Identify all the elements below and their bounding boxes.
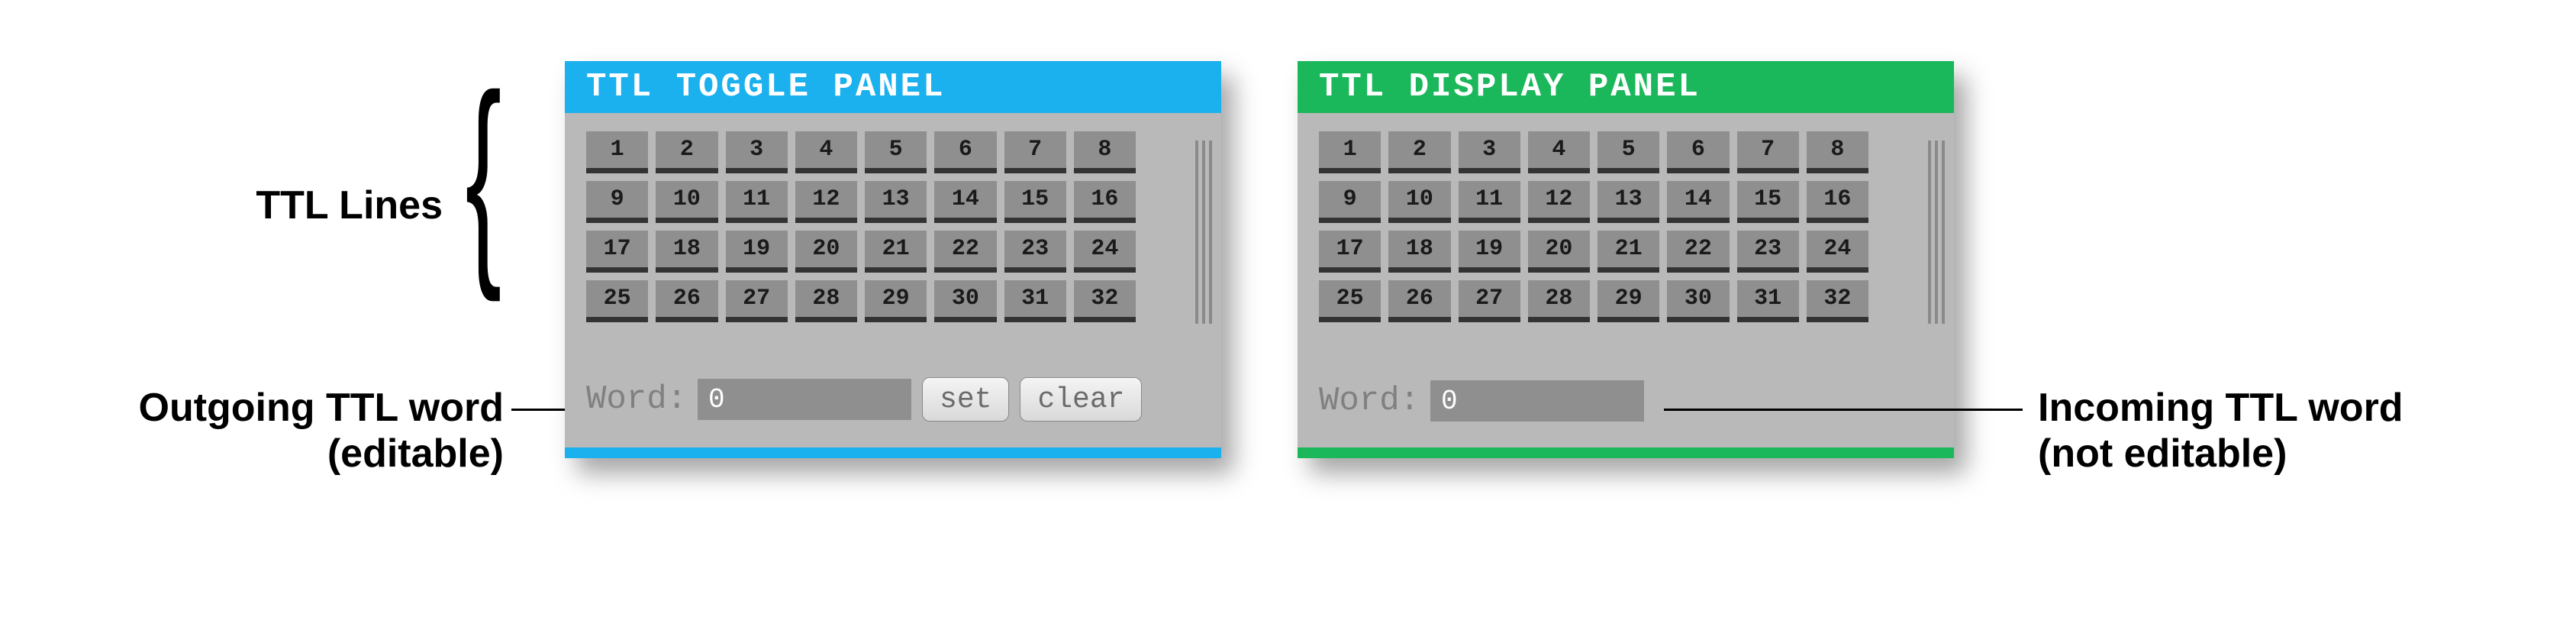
ttl-bit-1: 1	[1319, 131, 1381, 173]
ttl-bit-27: 27	[1459, 280, 1520, 322]
toggle-word-label: Word:	[586, 380, 687, 418]
incoming-word-text: 0	[1441, 386, 1458, 417]
ttl-bit-15[interactable]: 15	[1004, 181, 1066, 223]
callout-incoming: Incoming TTL word (not editable)	[2038, 386, 2465, 477]
connector-line	[1664, 409, 2023, 411]
ttl-bit-8[interactable]: 8	[1074, 131, 1136, 173]
callout-incoming-line2: (not editable)	[2038, 431, 2465, 477]
ttl-bit-30: 30	[1667, 280, 1729, 322]
ttl-bit-6: 6	[1667, 131, 1729, 173]
ttl-bit-13[interactable]: 13	[865, 181, 927, 223]
ttl-bit-31: 31	[1737, 280, 1799, 322]
callout-outgoing-line2: (editable)	[46, 431, 504, 477]
ttl-bit-13: 13	[1598, 181, 1659, 223]
ttl-bit-4[interactable]: 4	[795, 131, 857, 173]
ttl-bit-29[interactable]: 29	[865, 280, 927, 322]
ttl-bit-15: 15	[1737, 181, 1799, 223]
toggle-word-row: Word: set clear	[586, 377, 1142, 422]
ttl-bit-3[interactable]: 3	[726, 131, 788, 173]
ttl-bit-10: 10	[1388, 181, 1450, 223]
ttl-bit-16: 16	[1807, 181, 1868, 223]
ttl-bit-2[interactable]: 2	[656, 131, 717, 173]
ttl-bit-29: 29	[1598, 280, 1659, 322]
callout-outgoing-line1: Outgoing TTL word	[46, 386, 504, 431]
set-button-label: set	[940, 383, 991, 416]
clear-button-label: clear	[1037, 383, 1124, 416]
incoming-word-value: 0	[1430, 380, 1644, 422]
ttl-bit-17[interactable]: 17	[586, 231, 648, 273]
outgoing-word-input[interactable]	[698, 379, 911, 420]
ttl-bit-26[interactable]: 26	[656, 280, 717, 322]
ttl-bit-30[interactable]: 30	[934, 280, 996, 322]
drag-grip-icon[interactable]	[1928, 141, 1945, 324]
clear-button[interactable]: clear	[1020, 377, 1142, 422]
ttl-bit-14[interactable]: 14	[934, 181, 996, 223]
ttl-bit-25[interactable]: 25	[586, 280, 648, 322]
ttl-display-panel: TTL DISPLAY PANEL 1234567891011121314151…	[1298, 61, 1954, 458]
ttl-bit-23: 23	[1737, 231, 1799, 273]
ttl-bit-2: 2	[1388, 131, 1450, 173]
callout-outgoing: Outgoing TTL word (editable)	[46, 386, 504, 477]
ttl-bit-20[interactable]: 20	[795, 231, 857, 273]
ttl-bit-12[interactable]: 12	[795, 181, 857, 223]
ttl-bit-5[interactable]: 5	[865, 131, 927, 173]
toggle-footer-bar	[565, 447, 1221, 458]
ttl-bit-21: 21	[1598, 231, 1659, 273]
ttl-bit-19[interactable]: 19	[726, 231, 788, 273]
ttl-bit-19: 19	[1459, 231, 1520, 273]
ttl-bit-14: 14	[1667, 181, 1729, 223]
display-word-label: Word:	[1319, 382, 1420, 420]
ttl-bit-8: 8	[1807, 131, 1868, 173]
display-bit-grid: 1234567891011121314151617181920212223242…	[1319, 131, 1868, 322]
ttl-bit-23[interactable]: 23	[1004, 231, 1066, 273]
ttl-bit-18[interactable]: 18	[656, 231, 717, 273]
callout-incoming-line1: Incoming TTL word	[2038, 386, 2465, 431]
drag-grip-icon[interactable]	[1195, 141, 1212, 324]
ttl-bit-27[interactable]: 27	[726, 280, 788, 322]
ttl-bit-22: 22	[1667, 231, 1729, 273]
ttl-bit-20: 20	[1528, 231, 1590, 273]
ttl-bit-7[interactable]: 7	[1004, 131, 1066, 173]
ttl-toggle-panel: TTL TOGGLE PANEL 12345678910111213141516…	[565, 61, 1221, 458]
ttl-bit-9: 9	[1319, 181, 1381, 223]
ttl-bit-32: 32	[1807, 280, 1868, 322]
ttl-bit-9[interactable]: 9	[586, 181, 648, 223]
ttl-bit-32[interactable]: 32	[1074, 280, 1136, 322]
set-button[interactable]: set	[922, 377, 1009, 422]
ttl-bit-3: 3	[1459, 131, 1520, 173]
toggle-panel-title: TTL TOGGLE PANEL	[565, 61, 1221, 113]
callout-ttl-lines: TTL Lines	[198, 183, 443, 229]
ttl-bit-28: 28	[1528, 280, 1590, 322]
ttl-bit-24: 24	[1807, 231, 1868, 273]
ttl-bit-21[interactable]: 21	[865, 231, 927, 273]
ttl-bit-16[interactable]: 16	[1074, 181, 1136, 223]
ttl-bit-31[interactable]: 31	[1004, 280, 1066, 322]
ttl-bit-5: 5	[1598, 131, 1659, 173]
ttl-bit-4: 4	[1528, 131, 1590, 173]
ttl-bit-1[interactable]: 1	[586, 131, 648, 173]
toggle-bit-grid: 1234567891011121314151617181920212223242…	[586, 131, 1136, 322]
ttl-bit-11[interactable]: 11	[726, 181, 788, 223]
ttl-bit-17: 17	[1319, 231, 1381, 273]
display-footer-bar	[1298, 447, 1954, 458]
callout-ttl-lines-text: TTL Lines	[256, 183, 443, 228]
ttl-bit-28[interactable]: 28	[795, 280, 857, 322]
ttl-bit-18: 18	[1388, 231, 1450, 273]
brace-icon: {	[466, 62, 502, 290]
display-panel-title: TTL DISPLAY PANEL	[1298, 61, 1954, 113]
ttl-bit-10[interactable]: 10	[656, 181, 717, 223]
display-word-row: Word: 0	[1319, 380, 1644, 422]
ttl-bit-25: 25	[1319, 280, 1381, 322]
ttl-bit-26: 26	[1388, 280, 1450, 322]
ttl-bit-24[interactable]: 24	[1074, 231, 1136, 273]
ttl-bit-11: 11	[1459, 181, 1520, 223]
ttl-bit-22[interactable]: 22	[934, 231, 996, 273]
ttl-bit-6[interactable]: 6	[934, 131, 996, 173]
ttl-bit-12: 12	[1528, 181, 1590, 223]
ttl-bit-7: 7	[1737, 131, 1799, 173]
